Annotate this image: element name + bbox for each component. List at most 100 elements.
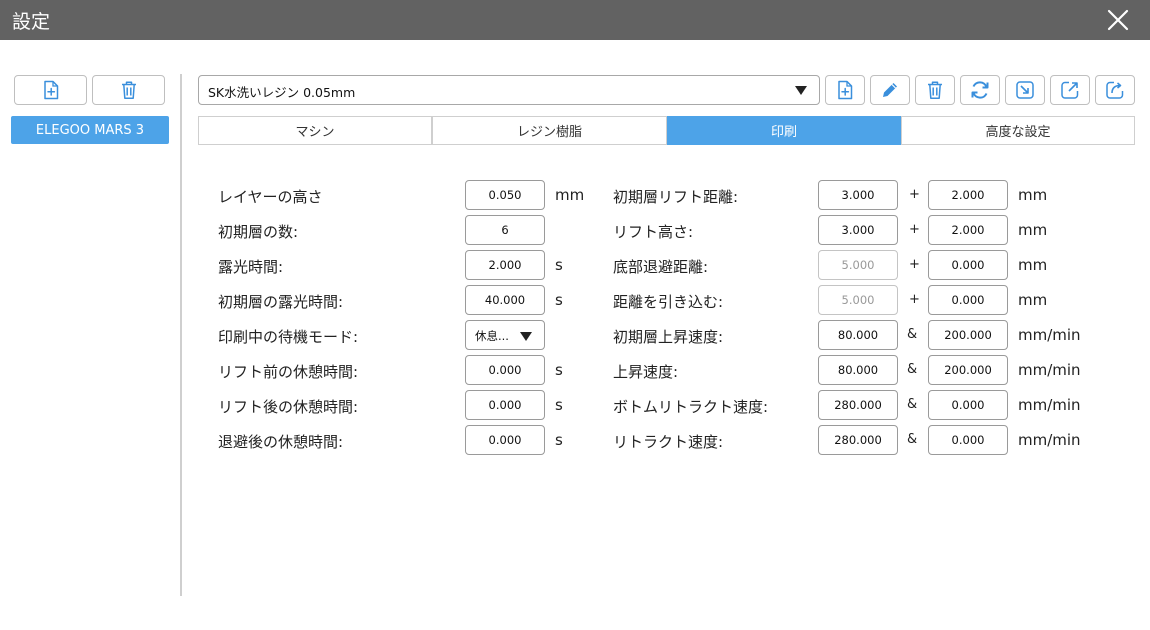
- panel-divider: [180, 74, 182, 596]
- operator: &: [907, 397, 918, 412]
- close-icon: [1107, 9, 1129, 31]
- bottom-lift-speed-label: 初期層上昇速度:: [613, 328, 724, 346]
- retract-speed-input-2[interactable]: 0.000: [928, 425, 1008, 455]
- operator: &: [907, 432, 918, 447]
- operator: &: [907, 362, 918, 377]
- wait-mode-value: 休息...: [475, 329, 509, 343]
- tab-print[interactable]: 印刷: [667, 116, 901, 145]
- rest-after-retract-unit: s: [555, 431, 563, 449]
- tab-label: マシン: [295, 125, 335, 140]
- retract-distance-unit: mm: [1018, 291, 1048, 309]
- operator: &: [907, 327, 918, 342]
- refresh-profile-button[interactable]: [960, 75, 1000, 105]
- bottom-exposure-label: 初期層の露光時間:: [218, 293, 344, 311]
- file-plus-icon: [838, 80, 853, 100]
- lift-speed-label: 上昇速度:: [613, 363, 679, 381]
- rest-before-lift-label: リフト前の休憩時間:: [218, 363, 359, 381]
- retract-distance-label: 距離を引き込む:: [613, 293, 724, 311]
- trash-icon: [121, 81, 136, 99]
- file-plus-icon: [43, 80, 58, 100]
- bottom-layers-input[interactable]: 6: [465, 215, 545, 245]
- bottom-layers-label: 初期層の数:: [218, 223, 299, 241]
- export-profile-button[interactable]: [1050, 75, 1090, 105]
- import-profile-button[interactable]: [1005, 75, 1045, 105]
- bottom-retract-distance-input-2[interactable]: 0.000: [928, 250, 1008, 280]
- lift-height-unit: mm: [1018, 221, 1048, 239]
- delete-machine-button[interactable]: [92, 75, 165, 105]
- bottom-lift-speed-input-2[interactable]: 200.000: [928, 320, 1008, 350]
- tab-machine[interactable]: マシン: [198, 116, 432, 145]
- rest-after-retract-label: 退避後の休憩時間:: [218, 433, 344, 451]
- operator: +: [909, 187, 920, 202]
- operator: +: [909, 292, 920, 307]
- import-icon: [1016, 81, 1034, 99]
- rest-after-retract-input[interactable]: 0.000: [465, 425, 545, 455]
- bottom-retract-speed-unit: mm/min: [1018, 396, 1081, 414]
- profile-select[interactable]: SK水洗いレジン 0.05mm: [198, 75, 820, 105]
- exposure-time-label: 露光時間:: [218, 258, 284, 276]
- layer-height-label: レイヤーの高さ: [218, 188, 323, 206]
- lift-speed-input-1[interactable]: 80.000: [818, 355, 898, 385]
- bottom-lift-speed-unit: mm/min: [1018, 326, 1081, 344]
- bottom-exposure-unit: s: [555, 291, 563, 309]
- bottom-retract-distance-unit: mm: [1018, 256, 1048, 274]
- operator: +: [909, 257, 920, 272]
- exposure-time-input[interactable]: 2.000: [465, 250, 545, 280]
- bottom-lift-distance-label: 初期層リフト距離:: [613, 188, 739, 206]
- lift-height-label: リフト高さ:: [613, 223, 694, 241]
- tab-label: レジン樹脂: [516, 125, 582, 140]
- retract-speed-label: リトラクト速度:: [613, 433, 724, 451]
- layer-height-unit: mm: [555, 186, 585, 204]
- bottom-retract-speed-input-2[interactable]: 0.000: [928, 390, 1008, 420]
- retract-speed-unit: mm/min: [1018, 431, 1081, 449]
- tab-label: 印刷: [770, 125, 797, 140]
- bottom-retract-distance-input-1[interactable]: 5.000: [818, 250, 898, 280]
- retract-distance-input-2[interactable]: 0.000: [928, 285, 1008, 315]
- bottom-lift-distance-input-1[interactable]: 3.000: [818, 180, 898, 210]
- add-profile-button[interactable]: [825, 75, 865, 105]
- tab-advanced[interactable]: 高度な設定: [901, 116, 1135, 145]
- operator: +: [909, 222, 920, 237]
- bottom-retract-distance-label: 底部退避距離:: [613, 258, 709, 276]
- refresh-icon: [971, 81, 989, 99]
- pencil-icon: [883, 83, 897, 97]
- chevron-down-icon: [520, 332, 532, 341]
- layer-height-input[interactable]: 0.050: [465, 180, 545, 210]
- close-button[interactable]: [1104, 6, 1132, 34]
- window-title: 設定: [12, 11, 51, 33]
- rest-after-lift-unit: s: [555, 396, 563, 414]
- exposure-time-unit: s: [555, 256, 563, 274]
- bottom-retract-speed-label: ボトムリトラクト速度:: [613, 398, 769, 416]
- export-icon: [1061, 81, 1079, 99]
- bottom-retract-speed-input-1[interactable]: 280.000: [818, 390, 898, 420]
- rest-before-lift-input[interactable]: 0.000: [465, 355, 545, 385]
- rest-before-lift-unit: s: [555, 361, 563, 379]
- bottom-lift-distance-input-2[interactable]: 2.000: [928, 180, 1008, 210]
- tab-label: 高度な設定: [985, 125, 1051, 140]
- share-icon: [1106, 81, 1124, 99]
- tab-resin[interactable]: レジン樹脂: [432, 116, 667, 145]
- wait-mode-label: 印刷中の待機モード:: [218, 328, 359, 346]
- lift-speed-input-2[interactable]: 200.000: [928, 355, 1008, 385]
- machine-item[interactable]: ELEGOO MARS 3: [11, 116, 169, 144]
- trash-icon: [928, 81, 942, 99]
- share-profile-button[interactable]: [1095, 75, 1135, 105]
- rest-after-lift-input[interactable]: 0.000: [465, 390, 545, 420]
- chevron-down-icon: [795, 86, 807, 95]
- retract-distance-input-1[interactable]: 5.000: [818, 285, 898, 315]
- delete-profile-button[interactable]: [915, 75, 955, 105]
- profile-select-value: SK水洗いレジン 0.05mm: [208, 85, 356, 100]
- add-machine-button[interactable]: [14, 75, 87, 105]
- rest-after-lift-label: リフト後の休憩時間:: [218, 398, 359, 416]
- lift-height-input-2[interactable]: 2.000: [928, 215, 1008, 245]
- bottom-lift-distance-unit: mm: [1018, 186, 1048, 204]
- title-bar: 設定: [0, 0, 1150, 40]
- edit-profile-button[interactable]: [870, 75, 910, 105]
- machine-item-label: ELEGOO MARS 3: [35, 122, 145, 138]
- bottom-exposure-input[interactable]: 40.000: [465, 285, 545, 315]
- lift-height-input-1[interactable]: 3.000: [818, 215, 898, 245]
- wait-mode-select[interactable]: 休息...: [465, 320, 545, 350]
- retract-speed-input-1[interactable]: 280.000: [818, 425, 898, 455]
- lift-speed-unit: mm/min: [1018, 361, 1081, 379]
- bottom-lift-speed-input-1[interactable]: 80.000: [818, 320, 898, 350]
